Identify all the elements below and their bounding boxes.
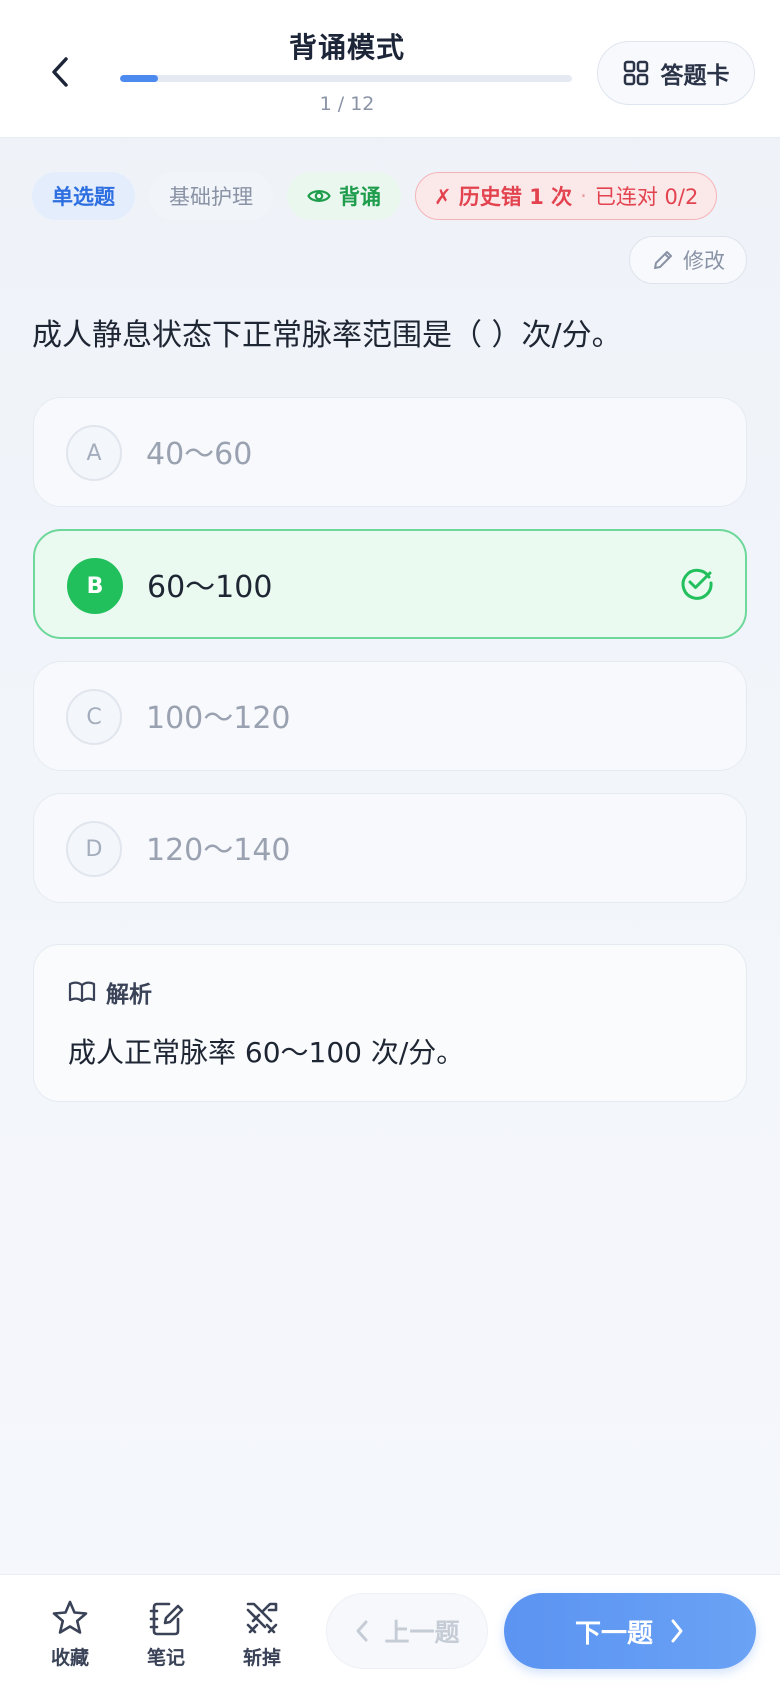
chevron-left-icon bbox=[356, 1620, 368, 1642]
question-type-badge: 单选题 bbox=[32, 172, 135, 220]
option-b[interactable]: B 60～100 bbox=[33, 529, 747, 639]
separator-dot: · bbox=[580, 184, 587, 208]
edit-label: 修改 bbox=[683, 249, 725, 273]
page-title: 背诵模式 bbox=[288, 31, 405, 64]
question-tags: 单选题 基础护理 背诵 ✗ 历史错 1 次 · 已连对 0/2 bbox=[32, 172, 718, 220]
previous-label: 上一题 bbox=[384, 1618, 460, 1647]
answer-card-label: 答题卡 bbox=[660, 63, 730, 89]
book-icon bbox=[68, 981, 96, 1003]
top-header: 背诵模式 1 / 12 答题卡 bbox=[0, 0, 780, 138]
next-question-button[interactable]: 下一题 bbox=[504, 1593, 756, 1669]
analysis-header: 解析 bbox=[68, 975, 152, 1009]
mode-badge: 背诵 bbox=[287, 172, 401, 220]
note-label: 笔记 bbox=[146, 1647, 185, 1669]
option-letter: B bbox=[67, 558, 123, 614]
note-button[interactable]: 笔记 bbox=[130, 1599, 202, 1679]
favorite-button[interactable]: 收藏 bbox=[34, 1599, 106, 1679]
option-text: 40～60 bbox=[146, 437, 253, 472]
option-text: 100～120 bbox=[146, 701, 291, 736]
progress-text: 1 / 12 bbox=[319, 93, 375, 115]
next-label: 下一题 bbox=[574, 1618, 653, 1649]
category-badge: 基础护理 bbox=[149, 172, 273, 220]
option-letter: A bbox=[66, 425, 122, 481]
progress-fill bbox=[120, 75, 158, 82]
answer-card-button[interactable]: 答题卡 bbox=[597, 41, 755, 105]
remove-button[interactable]: 斩掉 bbox=[226, 1599, 298, 1679]
remove-label: 斩掉 bbox=[242, 1647, 281, 1669]
mode-label: 背诵 bbox=[339, 185, 381, 209]
option-text: 60～100 bbox=[147, 570, 273, 605]
analysis-title: 解析 bbox=[106, 982, 152, 1008]
eye-icon bbox=[307, 190, 331, 202]
crossed-swords-icon bbox=[246, 1602, 278, 1634]
option-letter: C bbox=[66, 689, 122, 745]
grid-icon bbox=[623, 60, 648, 86]
bottom-toolbar: 收藏 笔记 斩掉 上一题 下一题 bbox=[0, 1574, 780, 1688]
analysis-panel: 解析 成人正常脉率 60～100 次/分。 bbox=[33, 944, 747, 1102]
option-d[interactable]: D 120～140 bbox=[33, 793, 747, 903]
progress-bar bbox=[120, 75, 572, 82]
pencil-icon bbox=[654, 251, 672, 269]
chevron-right-icon bbox=[671, 1619, 683, 1643]
check-circle-icon bbox=[681, 568, 713, 600]
favorite-label: 收藏 bbox=[50, 1647, 89, 1669]
option-a[interactable]: A 40～60 bbox=[33, 397, 747, 507]
history-badge: ✗ 历史错 1 次 · 已连对 0/2 bbox=[415, 172, 718, 220]
option-letter: D bbox=[66, 821, 122, 877]
option-text: 120～140 bbox=[146, 833, 291, 868]
correct-streak: 已连对 0/2 bbox=[594, 185, 699, 209]
notebook-edit-icon bbox=[149, 1602, 184, 1636]
star-icon bbox=[52, 1600, 88, 1634]
question-text: 成人静息状态下正常脉率范围是（ ）次/分。 bbox=[32, 318, 622, 353]
option-c[interactable]: C 100～120 bbox=[33, 661, 747, 771]
analysis-text: 成人正常脉率 60～100 次/分。 bbox=[68, 1036, 465, 1069]
previous-question-button[interactable]: 上一题 bbox=[326, 1593, 488, 1669]
history-wrong-count: ✗ 历史错 1 次 bbox=[434, 185, 573, 209]
edit-button[interactable]: 修改 bbox=[629, 236, 747, 284]
